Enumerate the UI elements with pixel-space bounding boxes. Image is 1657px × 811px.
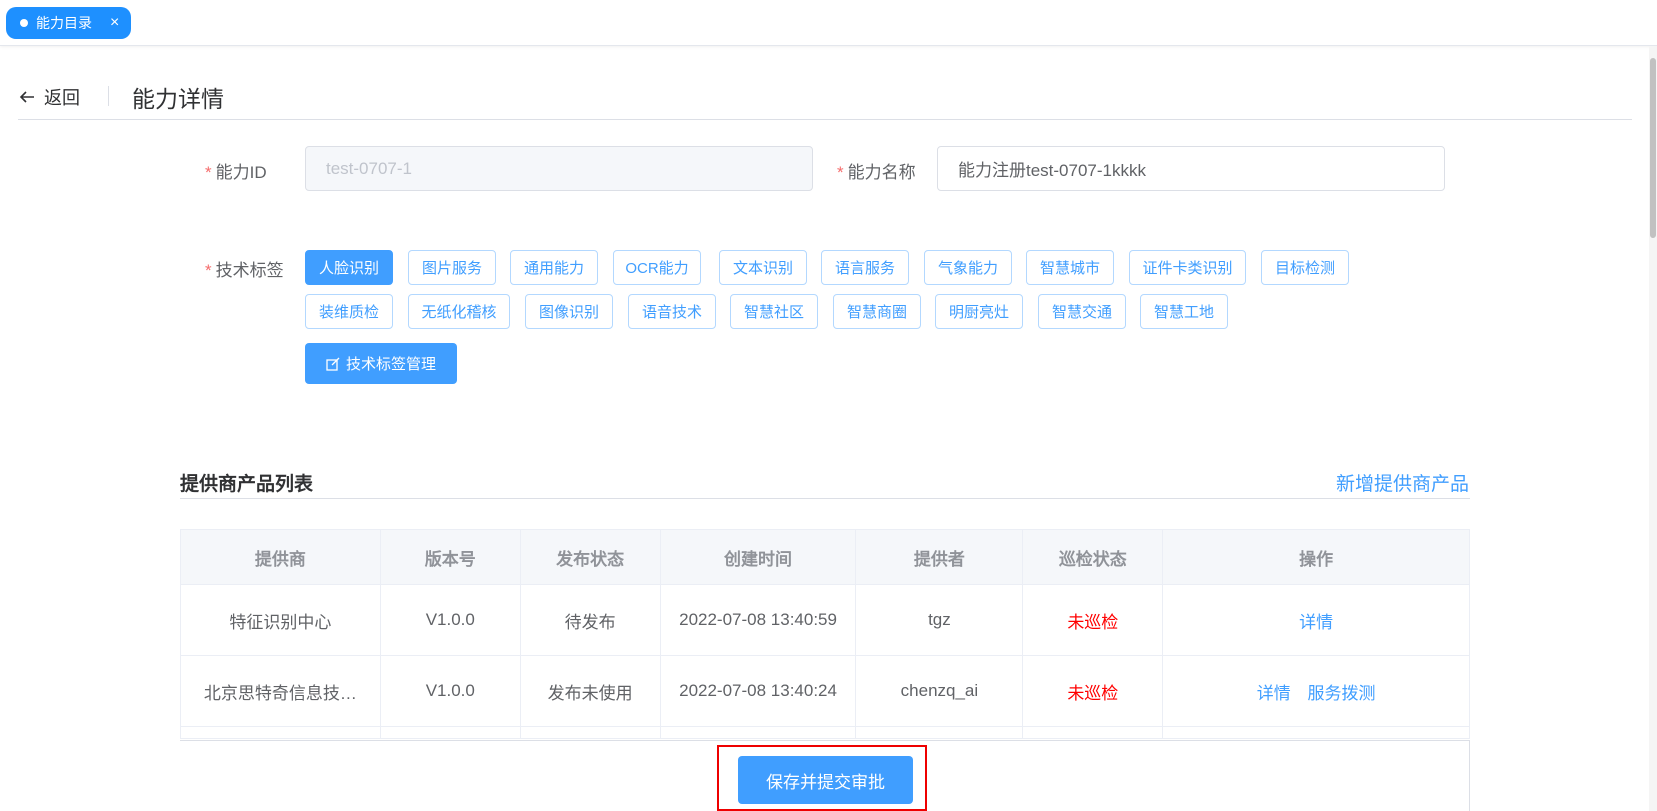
- service-dial-test-link[interactable]: 服务拨测: [1307, 684, 1375, 703]
- col-check-status: 巡检状态: [1022, 529, 1164, 585]
- capability-name-input[interactable]: 能力注册test-0707-1kkkk: [937, 146, 1445, 191]
- add-provider-product-link[interactable]: 新增提供商产品: [1336, 469, 1469, 496]
- tag-smart-construction[interactable]: 智慧工地: [1140, 294, 1228, 329]
- tag-smart-community[interactable]: 智慧社区: [730, 294, 818, 329]
- cell-status: 待发布: [519, 584, 661, 656]
- tag-manage-button[interactable]: 技术标签管理: [305, 343, 457, 384]
- top-tab-bar: 能力目录 ×: [0, 0, 1657, 46]
- capability-id-input[interactable]: test-0707-1: [305, 146, 813, 191]
- tag-manage-label: 技术标签管理: [345, 356, 436, 373]
- back-label: 返回: [44, 88, 80, 108]
- scrollbar-thumb[interactable]: [1650, 58, 1656, 238]
- tab-label: 能力目录: [36, 15, 92, 31]
- active-dot-icon: [20, 19, 28, 27]
- table-row: 特征识别中心 V1.0.0 待发布 2022-07-08 13:40:59 tg…: [180, 584, 1470, 656]
- tag-id-card-recognition[interactable]: 证件卡类识别: [1129, 250, 1246, 285]
- col-provider: 提供商: [180, 529, 381, 585]
- tag-face-recognition[interactable]: 人脸识别: [305, 250, 393, 285]
- tag-smart-city[interactable]: 智慧城市: [1026, 250, 1114, 285]
- section-divider: [180, 498, 1470, 499]
- footer-divider: [180, 740, 1470, 741]
- detail-link[interactable]: 详情: [1257, 684, 1291, 703]
- tag-bright-kitchen[interactable]: 明厨亮灶: [935, 294, 1023, 329]
- tag-text-recognition[interactable]: 文本识别: [719, 250, 807, 285]
- cell-created: 2022-07-08 13:40:24: [659, 655, 857, 727]
- header-divider: [108, 86, 109, 106]
- tech-tags-label: * 技术标签: [205, 261, 284, 280]
- tab-capability-catalog[interactable]: 能力目录 ×: [6, 7, 132, 39]
- tag-object-detection[interactable]: 目标检测: [1261, 250, 1349, 285]
- tag-language-service[interactable]: 语言服务: [821, 250, 909, 285]
- provider-table: 提供商 版本号 发布状态 创建时间 提供者 巡检状态 操作 特征识别中心 V1.…: [180, 529, 1470, 739]
- cell-status: 发布未使用: [519, 655, 661, 727]
- cell-version: V1.0.0: [379, 655, 521, 727]
- edit-icon: [326, 357, 340, 371]
- arrow-left-icon: [19, 91, 34, 103]
- table-row: 北京思特奇信息技… V1.0.0 发布未使用 2022-07-08 13:40:…: [180, 655, 1470, 727]
- col-supplier: 提供者: [855, 529, 1024, 585]
- detail-link[interactable]: 详情: [1299, 613, 1333, 632]
- cell-provider: 北京思特奇信息技…: [180, 655, 381, 727]
- close-icon[interactable]: ×: [110, 15, 119, 31]
- provider-section-title: 提供商产品列表: [180, 474, 314, 495]
- save-submit-button[interactable]: 保存并提交审批: [738, 756, 913, 804]
- tag-smart-business[interactable]: 智慧商圈: [833, 294, 921, 329]
- cell-actions: 详情: [1162, 584, 1470, 656]
- col-actions: 操作: [1162, 529, 1470, 585]
- table-row-partial: [180, 726, 1470, 739]
- back-button[interactable]: 返回: [18, 84, 80, 110]
- cell-actions: 详情 服务拨测: [1162, 655, 1470, 727]
- cell-provider: 特征识别中心: [180, 584, 381, 656]
- cell-check-status: 未巡检: [1022, 655, 1164, 727]
- tag-maintenance-qc[interactable]: 装维质检: [305, 294, 393, 329]
- capability-id-label: * 能力ID: [205, 163, 267, 182]
- cell-by: tgz: [855, 584, 1024, 656]
- cell-created: 2022-07-08 13:40:59: [659, 584, 857, 656]
- cell-by: chenzq_ai: [855, 655, 1024, 727]
- col-version: 版本号: [379, 529, 521, 585]
- page-header: 返回 能力详情: [18, 78, 1632, 120]
- page-title: 能力详情: [132, 86, 224, 112]
- footer-right-border: [1469, 740, 1470, 811]
- tag-image-recognition[interactable]: 图像识别: [525, 294, 613, 329]
- tag-smart-traffic[interactable]: 智慧交通: [1038, 294, 1126, 329]
- table-header-row: 提供商 版本号 发布状态 创建时间 提供者 巡检状态 操作: [180, 529, 1470, 585]
- cell-check-status: 未巡检: [1022, 584, 1164, 656]
- tag-paperless-audit[interactable]: 无纸化稽核: [408, 294, 510, 329]
- tag-weather[interactable]: 气象能力: [924, 250, 1012, 285]
- capability-name-label: * 能力名称: [837, 163, 916, 182]
- tag-ocr[interactable]: OCR能力: [613, 250, 701, 285]
- col-publish-status: 发布状态: [519, 529, 661, 585]
- tag-image-service[interactable]: 图片服务: [408, 250, 496, 285]
- cell-version: V1.0.0: [379, 584, 521, 656]
- col-created-time: 创建时间: [659, 529, 857, 585]
- tag-speech[interactable]: 语音技术: [628, 294, 716, 329]
- page-scrollbar[interactable]: [1649, 46, 1657, 811]
- tag-general-ability[interactable]: 通用能力: [510, 250, 598, 285]
